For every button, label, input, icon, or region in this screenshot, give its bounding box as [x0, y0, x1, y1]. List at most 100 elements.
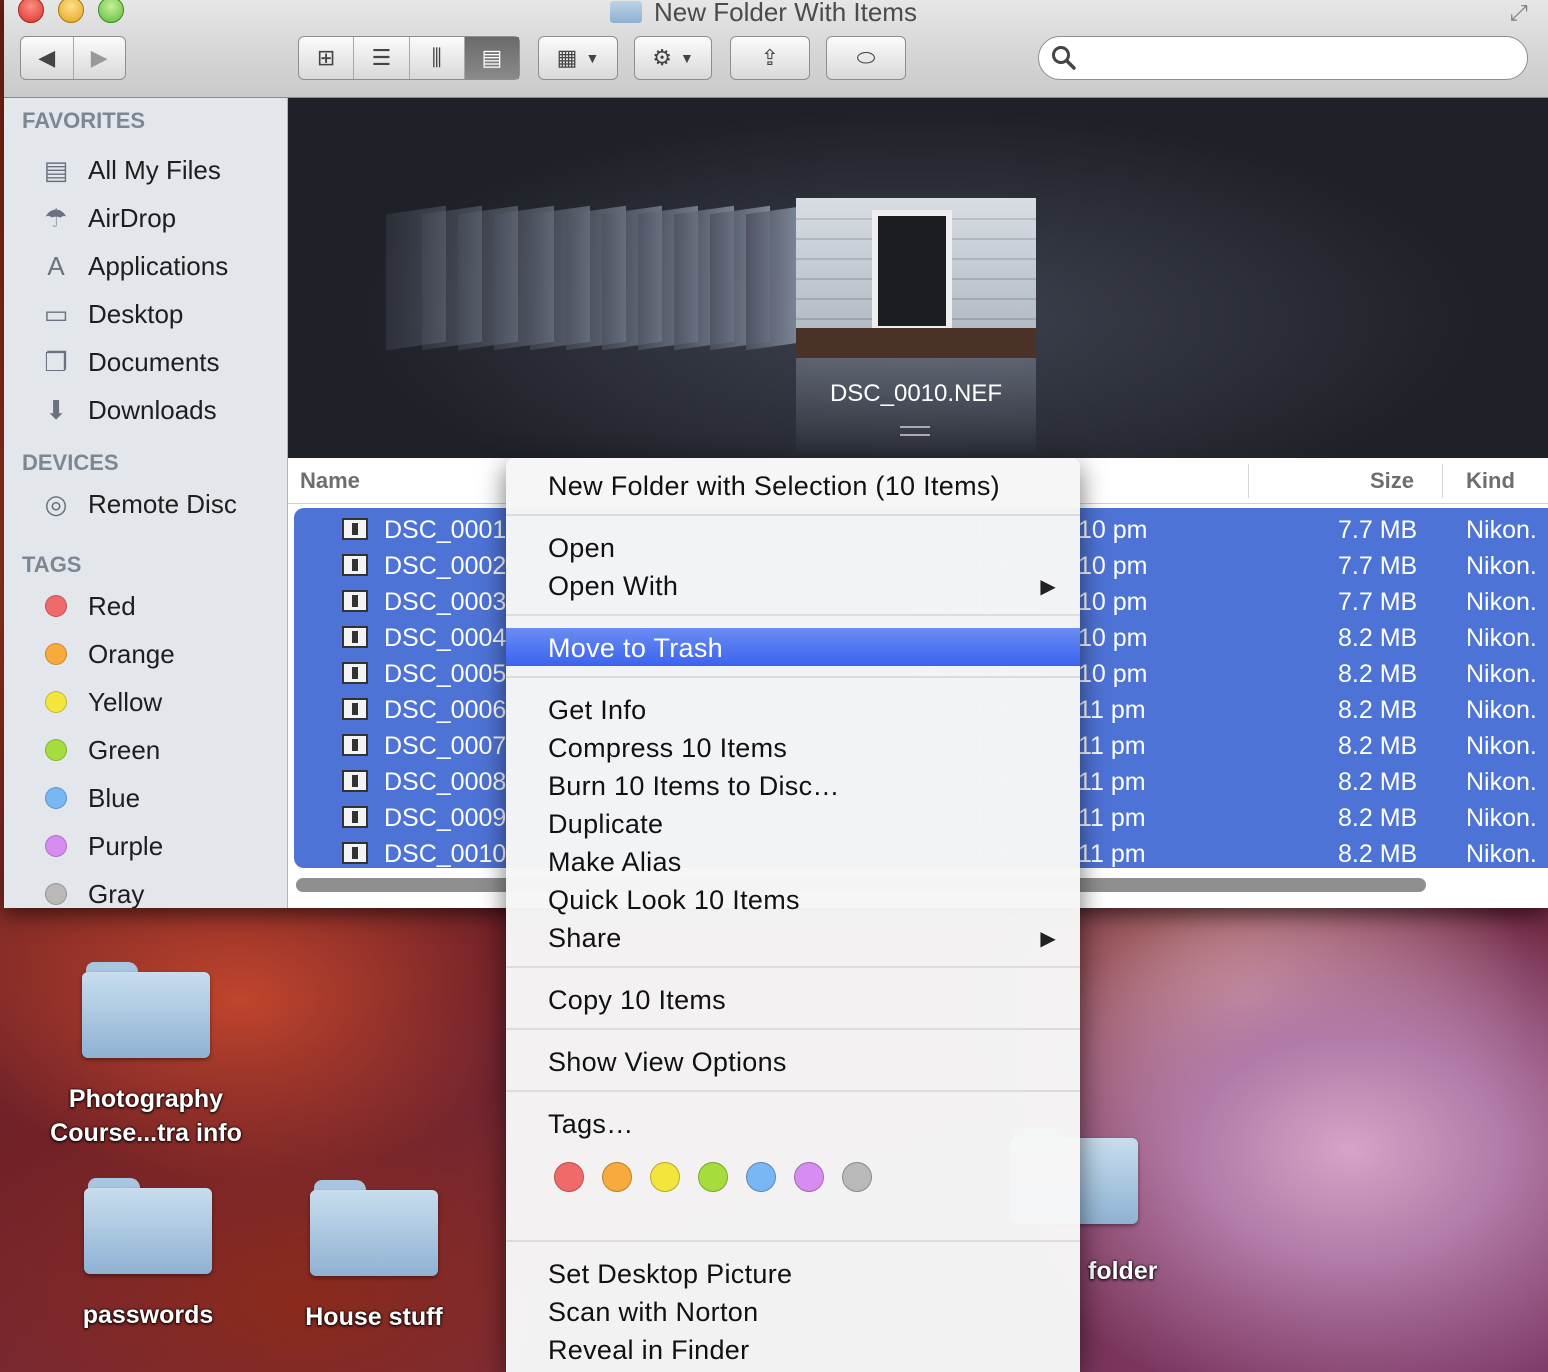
column-header-name[interactable]: Name [300, 468, 360, 494]
file-size: 8.2 MB [1338, 840, 1418, 868]
menu-item-new-folder-with-selection[interactable]: New Folder with Selection (10 Items) [506, 466, 1080, 504]
file-size: 8.2 MB [1338, 804, 1418, 832]
menu-item-reveal-in-finder[interactable]: Reveal in Finder [506, 1330, 1080, 1368]
raw-image-file-icon [342, 662, 368, 684]
arrange-button[interactable]: ▦ ▼ [538, 36, 618, 80]
back-button[interactable]: ◀ [21, 37, 74, 79]
menu-item-open[interactable]: Open [506, 528, 1080, 566]
menu-tag-color-dot[interactable] [794, 1162, 824, 1192]
icon-view-icon: ⊞ [316, 45, 336, 70]
cover-image[interactable] [796, 198, 1036, 358]
file-size: 8.2 MB [1338, 768, 1418, 796]
desktop-folder-label: Photography Course...tra info [50, 1085, 242, 1147]
resize-handle[interactable] [900, 426, 930, 436]
file-kind: Nikon. [1466, 696, 1537, 724]
sidebar-item-airdrop[interactable]: ☂ AirDrop [38, 198, 176, 238]
search-field[interactable] [1038, 36, 1528, 80]
fullscreen-icon[interactable]: ⤢ [1510, 0, 1536, 26]
devices-header: DEVICES [22, 450, 119, 475]
desktop-folder-house-stuff[interactable]: House stuff [254, 1180, 494, 1334]
folder-icon [82, 962, 210, 1058]
desktop-folder-photography[interactable]: Photography Course...tra info [26, 962, 266, 1150]
file-size: 8.2 MB [1338, 732, 1418, 760]
menu-item-compress[interactable]: Compress 10 Items [506, 728, 1080, 766]
share-button[interactable]: ⇪ [730, 36, 810, 80]
menu-item-show-view-options[interactable]: Show View Options [506, 1042, 1080, 1080]
file-kind: Nikon. [1466, 588, 1537, 616]
file-kind: Nikon. [1466, 840, 1537, 868]
file-size: 8.2 MB [1338, 624, 1418, 652]
list-view-button[interactable]: ☰ [354, 37, 410, 79]
desktop-folder-passwords[interactable]: passwords [28, 1178, 268, 1332]
menu-item-move-to-trash[interactable]: Move to Trash [506, 628, 1080, 666]
sidebar-item-desktop[interactable]: ▭ Desktop [38, 294, 184, 334]
column-view-button[interactable]: ⫼ [410, 37, 465, 79]
sidebar-tag-purple[interactable]: Purple [38, 826, 163, 866]
sidebar-tag-label: Purple [88, 830, 164, 861]
file-name: DSC_0005 [384, 660, 507, 688]
back-forward-buttons: ◀ ▶ [20, 36, 126, 80]
menu-tag-color-dot[interactable] [746, 1162, 776, 1192]
forward-button[interactable]: ▶ [74, 37, 126, 79]
sidebar-tag-red[interactable]: Red [38, 586, 136, 626]
sidebar-tag-label: Red [88, 590, 136, 621]
menu-item-set-desktop-picture[interactable]: Set Desktop Picture [506, 1254, 1080, 1292]
sidebar-tag-label: Yellow [88, 686, 163, 717]
raw-image-file-icon [342, 554, 368, 576]
raw-image-file-icon [342, 806, 368, 828]
file-size: 7.7 MB [1338, 588, 1418, 616]
file-size: 8.2 MB [1338, 660, 1418, 688]
raw-image-file-icon [342, 518, 368, 540]
menu-item-scan-with-norton[interactable]: Scan with Norton [506, 1292, 1080, 1330]
menu-tag-color-dot[interactable] [554, 1162, 584, 1192]
sidebar-tag-yellow[interactable]: Yellow [38, 682, 162, 722]
close-button[interactable] [18, 0, 44, 23]
window-title: New Folder With Items [610, 0, 917, 28]
sidebar-item-documents[interactable]: ❐ Documents [38, 342, 219, 382]
folder-icon [310, 1180, 438, 1276]
menu-item-copy[interactable]: Copy 10 Items [506, 980, 1080, 1018]
menu-item-get-info[interactable]: Get Info [506, 690, 1080, 728]
sidebar-item-remote-disc[interactable]: ◎ Remote Disc [38, 484, 237, 524]
menu-tag-color-dot[interactable] [842, 1162, 872, 1192]
action-button[interactable]: ⚙ ▼ [634, 36, 712, 80]
menu-tag-color-dot[interactable] [602, 1162, 632, 1192]
tag-button[interactable]: ⬭ [826, 36, 906, 80]
sidebar-item-all-my-files[interactable]: ▤ All My Files [38, 150, 221, 190]
submenu-arrow-icon: ▶ [1040, 928, 1056, 950]
chevron-down-icon: ▼ [585, 50, 600, 66]
column-header-kind[interactable]: Kind [1466, 468, 1515, 494]
icon-view-button[interactable]: ⊞ [299, 37, 355, 79]
zoom-button[interactable] [98, 0, 124, 23]
raw-image-file-icon [342, 626, 368, 648]
menu-item-share[interactable]: Share ▶ [506, 918, 1080, 956]
menu-item-quick-look[interactable]: Quick Look 10 Items [506, 880, 1080, 918]
cover-reflection [796, 358, 1036, 458]
downloads-icon: ⬇ [45, 394, 67, 425]
menu-item-burn[interactable]: Burn 10 Items to Disc… [506, 766, 1080, 804]
menu-item-duplicate[interactable]: Duplicate [506, 804, 1080, 842]
menu-item-make-alias[interactable]: Make Alias [506, 842, 1080, 880]
sidebar-tag-blue[interactable]: Blue [38, 778, 140, 818]
sidebar-tag-orange[interactable]: Orange [38, 634, 175, 674]
coverflow-view-button[interactable]: ▤ [464, 37, 519, 79]
menu-item-open-with[interactable]: Open With ▶ [506, 566, 1080, 604]
desktop-icon: ▭ [43, 298, 69, 329]
menu-item-tags[interactable]: Tags… [506, 1104, 1080, 1142]
menu-tag-color-dot[interactable] [698, 1162, 728, 1192]
file-name: DSC_0007 [384, 732, 507, 760]
sidebar-tag-gray[interactable]: Gray [38, 874, 144, 908]
coverflow-preview[interactable]: DSC_0010.NEF [288, 98, 1548, 458]
menu-tag-color-dot[interactable] [650, 1162, 680, 1192]
sidebar-item-applications[interactable]: A Applications [38, 246, 228, 286]
window-toolbar: New Folder With Items ⤢ ◀ ▶ ⊞ ☰ ⫼ ▤ ▦ ▼ … [4, 0, 1548, 98]
back-icon: ◀ [38, 45, 56, 70]
sidebar-tag-label: Orange [88, 638, 175, 669]
column-header-size[interactable]: Size [1370, 468, 1414, 494]
file-size: 8.2 MB [1338, 696, 1418, 724]
desktop-folder-label: passwords [82, 1301, 214, 1329]
sidebar-tag-green[interactable]: Green [38, 730, 160, 770]
sidebar-item-downloads[interactable]: ⬇ Downloads [38, 390, 217, 430]
sidebar-item-label: Downloads [88, 394, 217, 425]
minimize-button[interactable] [58, 0, 84, 23]
